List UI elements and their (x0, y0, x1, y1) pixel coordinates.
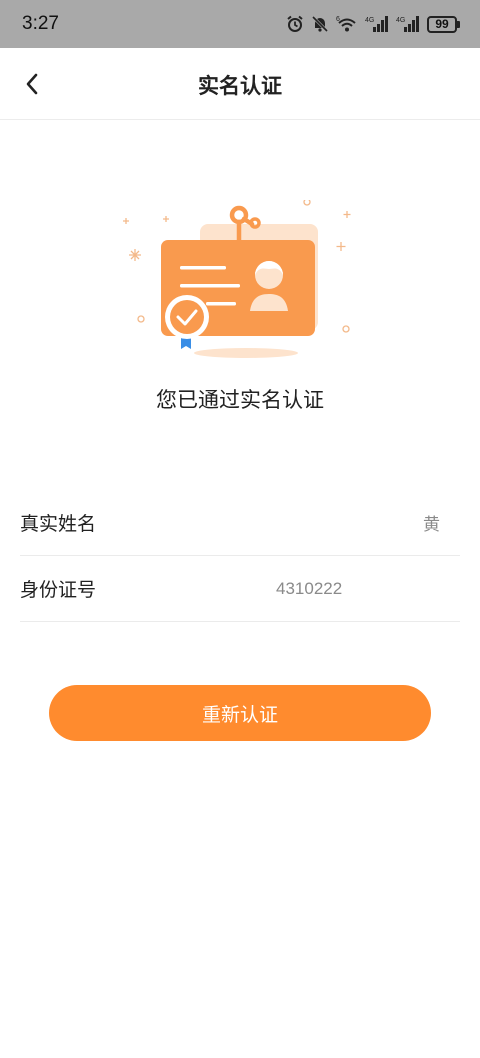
real-name-label: 真实姓名 (20, 513, 97, 535)
signal-icon-1: 4G (365, 16, 388, 32)
battery-level: 99 (427, 15, 457, 33)
alarm-icon (287, 15, 303, 32)
signal-icon-2: 4G (396, 16, 419, 32)
nav-bar: 实名认证 (0, 48, 480, 120)
network-label-2: 4G (396, 17, 405, 24)
id-number-value: 4310222 (276, 578, 343, 598)
id-card-verified-illustration (123, 200, 351, 358)
verified-message: 您已通过实名认证 (156, 388, 324, 412)
battery-icon: 99 (427, 15, 460, 33)
reverify-button[interactable]: 重新认证 (49, 685, 431, 741)
id-number-row: 身份证号 4310222 (20, 556, 460, 622)
network-label-1: 4G (365, 17, 374, 24)
real-name-row: 真实姓名 黄 (20, 490, 460, 556)
page-title: 实名认证 (198, 74, 282, 98)
status-time: 3:27 (22, 13, 59, 34)
real-name-value: 黄 (423, 515, 440, 534)
id-number-label: 身份证号 (20, 579, 97, 601)
status-bar: 3:27 6 4G 4G 99 (0, 0, 480, 48)
wifi-icon: 6 (336, 16, 356, 32)
status-icons: 6 4G 4G 99 (286, 15, 460, 33)
mute-bell-icon (311, 15, 329, 33)
